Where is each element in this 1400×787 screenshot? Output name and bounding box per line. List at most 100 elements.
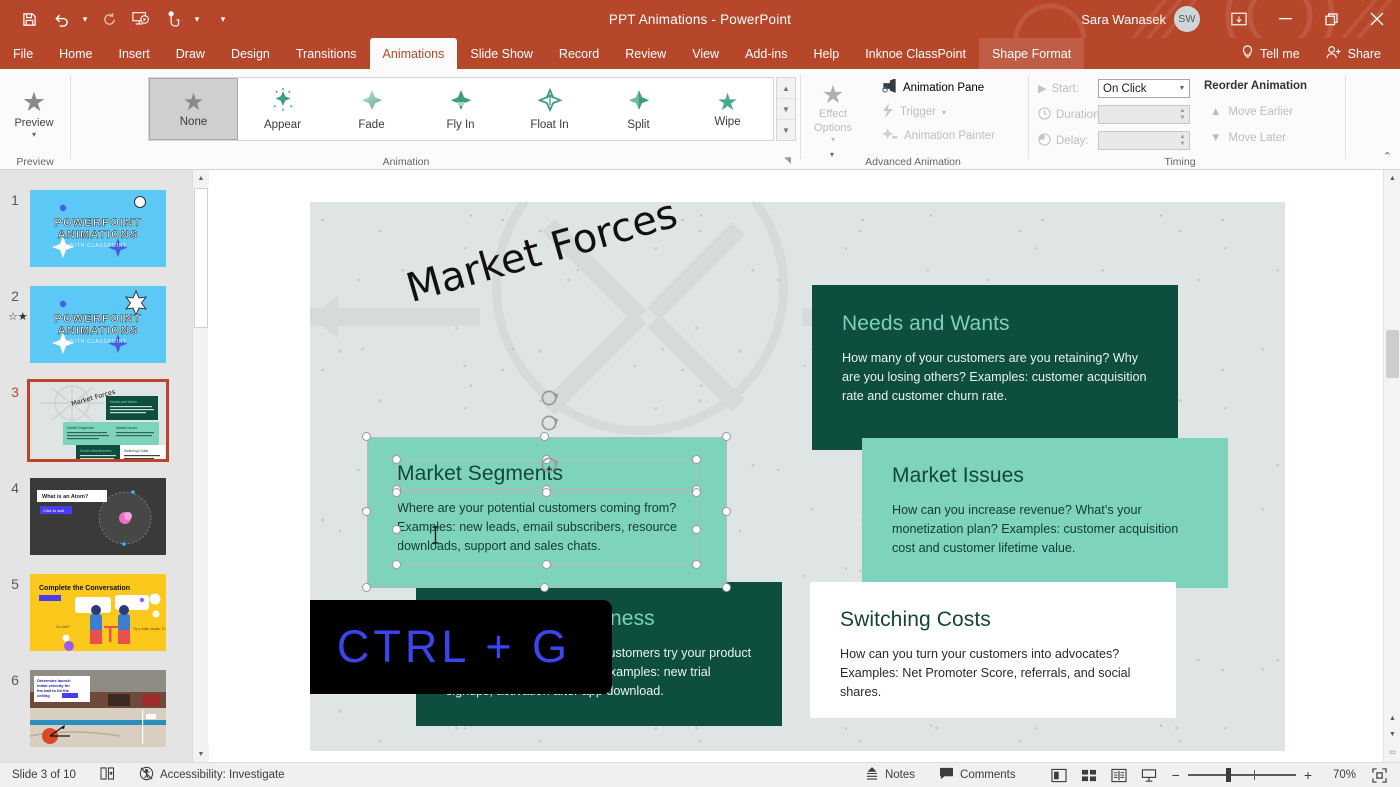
minimize-button[interactable] — [1262, 0, 1308, 38]
tab-animations[interactable]: Animations — [370, 38, 458, 69]
rotate-handle-2[interactable] — [538, 412, 560, 434]
resize-handle-se[interactable] — [722, 583, 731, 592]
tab-add-ins[interactable]: Add-ins — [732, 38, 800, 69]
animation-pane-button[interactable]: Animation Pane — [882, 79, 984, 96]
body-handle-w[interactable] — [392, 525, 401, 534]
thumbnail-slide-6[interactable]: 6 Determine launch initial velocity for … — [0, 670, 192, 747]
thumbnail-image[interactable]: Determine launch initial velocity for th… — [30, 670, 166, 747]
thumbnail-slide-5[interactable]: 5 Complete the Conversation — [0, 574, 192, 651]
start-dropdown[interactable]: On Click ▼ — [1098, 79, 1190, 98]
chevron-down-icon[interactable]: ▾ — [32, 130, 36, 139]
share-button[interactable]: Share — [1313, 38, 1394, 69]
canvas-scroll-thumb[interactable] — [1386, 330, 1399, 378]
save-icon[interactable] — [14, 5, 44, 33]
gallery-item-appear[interactable]: Appear — [238, 78, 327, 140]
tab-transitions[interactable]: Transitions — [283, 38, 370, 69]
gallery-item-split[interactable]: Split — [594, 78, 683, 140]
body-handle-n[interactable] — [542, 488, 551, 497]
gallery-item-fly-in[interactable]: Fly In — [416, 78, 505, 140]
ribbon-display-options-icon[interactable] — [1216, 0, 1262, 38]
tab-help[interactable]: Help — [800, 38, 852, 69]
card-market-issues[interactable]: Market Issues How can you increase reven… — [862, 438, 1228, 588]
customize-qat-icon[interactable]: ▾ — [216, 5, 230, 33]
rotate-handle-3[interactable] — [538, 454, 560, 476]
slide-thumbnail-pane[interactable]: 1 POWERPOINT ANIMATIONS WITH CLASSPOINT … — [0, 170, 192, 762]
collapse-ribbon-button[interactable]: ⌃ — [1383, 150, 1392, 163]
thumbnail-image[interactable]: POWERPOINT ANIMATIONS WITH CLASSPOINT — [30, 190, 166, 267]
animation-gallery[interactable]: ★ None Appear — [148, 77, 774, 141]
spinner-arrows-icon[interactable]: ▲▼ — [1176, 108, 1189, 121]
tab-draw[interactable]: Draw — [163, 38, 218, 69]
gallery-scroll-buttons[interactable]: ▲ ▼ ▼ — [776, 77, 796, 141]
tab-slide-show[interactable]: Slide Show — [457, 38, 546, 69]
slide-show-view-button[interactable] — [1134, 763, 1164, 787]
spinner-arrows-icon[interactable]: ▲▼ — [1176, 134, 1189, 147]
zoom-percentage[interactable]: 70% — [1320, 769, 1356, 781]
reading-view-button[interactable] — [1104, 763, 1134, 787]
gallery-more-icon[interactable]: ▼ — [777, 120, 795, 140]
body-handle-nw[interactable] — [392, 488, 401, 497]
undo-icon[interactable] — [46, 5, 76, 33]
thumbnail-scrollbar[interactable]: ▲ ▼ — [192, 170, 208, 762]
tab-view[interactable]: View — [679, 38, 732, 69]
tell-me-button[interactable]: Tell me — [1228, 38, 1313, 69]
gallery-item-fade[interactable]: Fade — [327, 78, 416, 140]
tab-inknoe-classpoint[interactable]: Inknoe ClassPoint — [852, 38, 979, 69]
start-presentation-icon[interactable] — [126, 5, 156, 33]
body-handle-e[interactable] — [692, 525, 701, 534]
close-button[interactable] — [1354, 0, 1400, 38]
slide-canvas[interactable]: Market Forces Needs and Wants How many o… — [209, 170, 1383, 762]
thumbnail-image[interactable]: What is an Atom? Click to add — [30, 478, 166, 555]
previous-slide-icon[interactable]: ▲ — [1386, 711, 1399, 726]
body-handle-ne[interactable] — [692, 488, 701, 497]
zoom-in-button[interactable]: + — [1304, 767, 1312, 783]
thumbnail-scroll-thumb[interactable] — [194, 188, 208, 328]
avatar[interactable]: SW — [1174, 6, 1200, 32]
resize-handle-w[interactable] — [362, 507, 371, 516]
slide-sorter-view-button[interactable] — [1074, 763, 1104, 787]
restore-button[interactable] — [1308, 0, 1354, 38]
tab-shape-format[interactable]: Shape Format — [979, 38, 1084, 69]
slide-counter[interactable]: Slide 3 of 10 — [0, 763, 88, 787]
resize-handle-sw[interactable] — [362, 583, 371, 592]
resize-handle-s[interactable] — [540, 583, 549, 592]
card-switching-costs[interactable]: Switching Costs How can you turn your cu… — [810, 582, 1176, 718]
thumbnail-slide-1[interactable]: 1 POWERPOINT ANIMATIONS WITH CLASSPOINT — [0, 190, 192, 267]
chevron-down-icon[interactable]: ▼ — [1175, 85, 1189, 92]
fit-slide-to-window-button[interactable] — [1364, 763, 1394, 787]
gallery-scroll-down-icon[interactable]: ▼ — [777, 99, 795, 120]
next-slide-icon[interactable]: ▼ — [1386, 727, 1399, 742]
thumbnail-image[interactable]: POWERPOINT ANIMATIONS WITH CLASSPOINT — [30, 286, 166, 363]
touch-dropdown-icon[interactable]: ▾ — [190, 5, 204, 33]
tab-file[interactable]: File — [0, 38, 46, 69]
card-needs-and-wants[interactable]: Needs and Wants How many of your custome… — [812, 285, 1178, 450]
resize-handle-nw[interactable] — [362, 432, 371, 441]
quick-access-toolbar[interactable]: ▾ ▾ ▾ — [0, 5, 230, 33]
notes-button[interactable]: Notes — [853, 763, 927, 787]
animation-dialog-launcher-icon[interactable]: ◥ — [784, 155, 791, 166]
preview-button[interactable]: ★ Preview ▾ — [8, 75, 60, 153]
scroll-down-icon[interactable]: ▼ — [193, 746, 209, 762]
tab-home[interactable]: Home — [46, 38, 105, 69]
accessibility-button[interactable]: Accessibility: Investigate — [127, 763, 297, 787]
gallery-item-none[interactable]: ★ None — [149, 78, 238, 140]
canvas-vertical-scrollbar[interactable]: ▲ ▲ ▼ ▭ — [1383, 170, 1400, 762]
undo-dropdown-icon[interactable]: ▾ — [78, 5, 92, 33]
zoom-out-button[interactable]: − — [1172, 767, 1180, 783]
thumbnail-slide-4[interactable]: 4 What is an Atom? Click to add — [0, 478, 192, 555]
thumbnail-slide-3[interactable]: 3 Market Forces Needs and Wants Market S… — [0, 382, 192, 459]
zoom-control[interactable]: − + 70% — [1164, 767, 1364, 783]
canvas-scroll-up-icon[interactable]: ▲ — [1384, 170, 1400, 186]
thumbnail-image[interactable]: Market Forces Needs and Wants Market Seg… — [30, 382, 166, 459]
tab-review[interactable]: Review — [612, 38, 679, 69]
normal-view-button[interactable] — [1044, 763, 1074, 787]
touch-mode-icon[interactable] — [158, 5, 188, 33]
duration-spinner[interactable]: ▲▼ — [1098, 105, 1190, 124]
resize-handle-ne[interactable] — [722, 432, 731, 441]
tab-record[interactable]: Record — [546, 38, 612, 69]
gallery-scroll-up-icon[interactable]: ▲ — [777, 78, 795, 99]
tab-design[interactable]: Design — [218, 38, 283, 69]
tab-insert[interactable]: Insert — [106, 38, 163, 69]
gallery-item-wipe[interactable]: ★ Wipe — [683, 78, 772, 140]
zoom-slider-handle[interactable] — [1226, 768, 1231, 782]
